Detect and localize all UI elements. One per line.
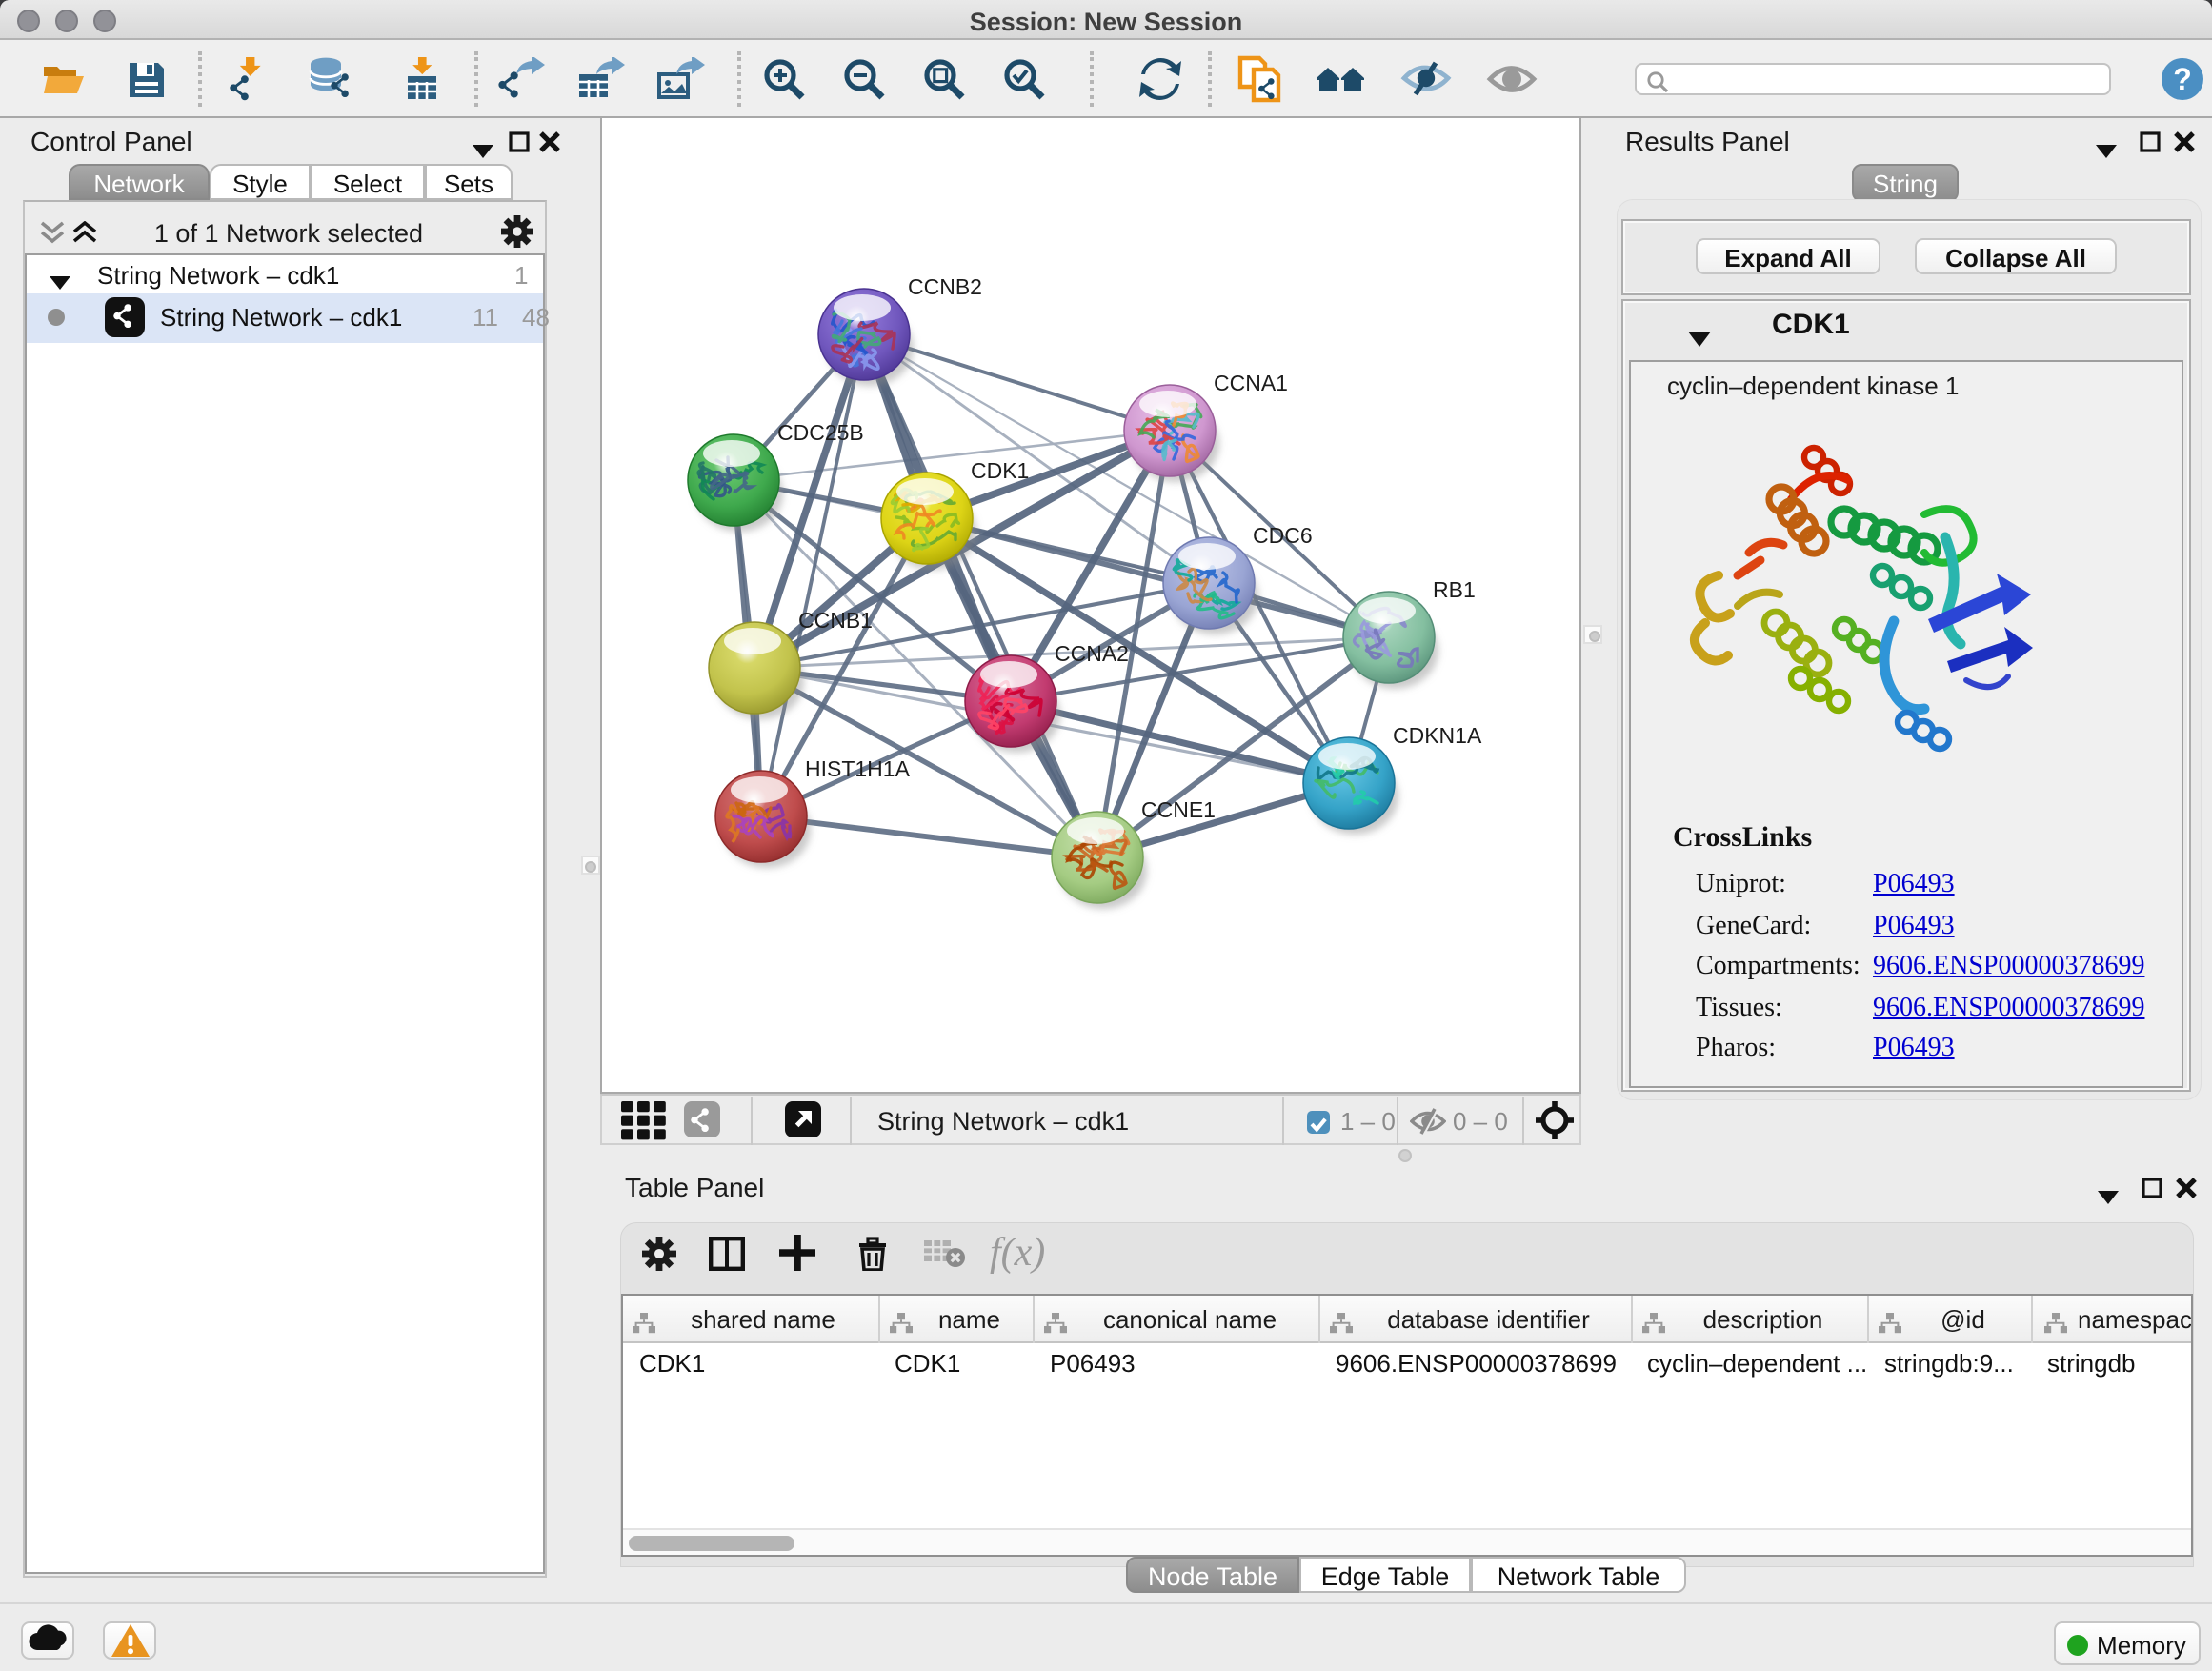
svg-text:CCNA1: CCNA1 bbox=[1213, 371, 1287, 395]
svg-text:?: ? bbox=[2173, 62, 2192, 96]
svg-text:CDKN1A: CDKN1A bbox=[1392, 723, 1481, 748]
svg-text:CCNE1: CCNE1 bbox=[1140, 797, 1215, 822]
svg-text:HIST1H1A: HIST1H1A bbox=[804, 756, 910, 781]
svg-text:RB1: RB1 bbox=[1432, 577, 1475, 602]
svg-text:CDC6: CDC6 bbox=[1252, 523, 1312, 548]
svg-text:CCNB2: CCNB2 bbox=[907, 274, 981, 299]
svg-text:CDC25B: CDC25B bbox=[776, 420, 863, 445]
svg-text:CDK1: CDK1 bbox=[970, 458, 1028, 483]
svg-text:CCNB1: CCNB1 bbox=[797, 608, 872, 633]
svg-text:CCNA2: CCNA2 bbox=[1054, 641, 1128, 666]
